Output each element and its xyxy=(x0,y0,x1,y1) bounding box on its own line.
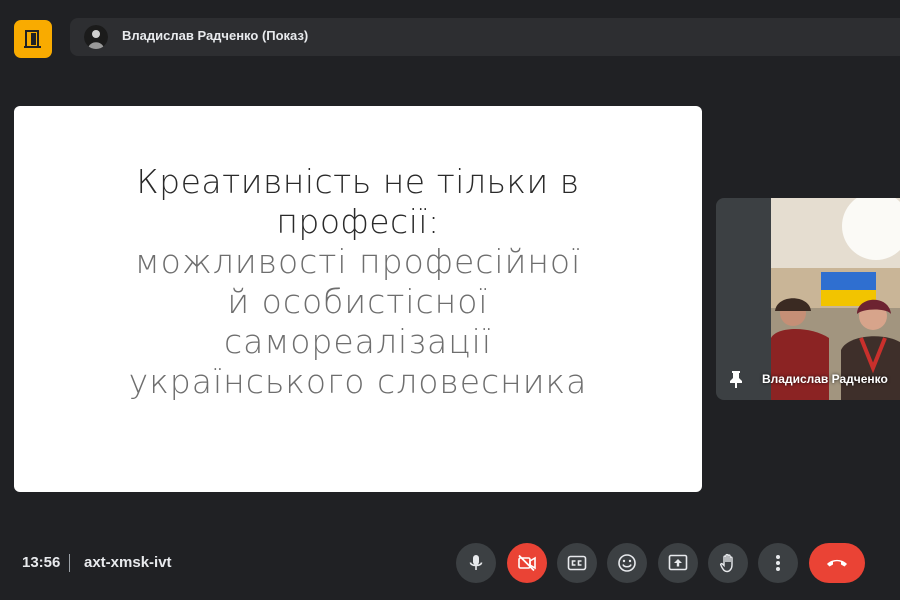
more-vert-icon xyxy=(776,555,780,571)
cc-icon xyxy=(567,555,587,571)
slide-line-2: професії: xyxy=(276,202,440,241)
meeting-code[interactable]: axt-xmsk-ivt xyxy=(84,554,172,571)
shared-slide: Креативність не тільки в професії: можли… xyxy=(14,106,702,492)
slide-line-6: українського словесника xyxy=(128,362,588,401)
slide-line-4: й особистісної xyxy=(227,282,489,321)
present-icon xyxy=(668,554,688,571)
participant-name: Владислав Радченко xyxy=(762,372,888,386)
slide-line-5: самореалізації xyxy=(223,322,493,361)
more-options-button[interactable] xyxy=(758,543,798,583)
captions-button[interactable] xyxy=(557,543,597,583)
pin-icon[interactable] xyxy=(728,370,744,393)
presenter-label: Владислав Радченко (Показ) xyxy=(122,28,309,43)
meeting-time: 13:56 xyxy=(22,554,61,571)
participant-video xyxy=(771,198,900,400)
participant-tile[interactable]: Владислав Радченко xyxy=(716,198,900,400)
hand-icon xyxy=(719,553,733,573)
leave-call-button[interactable] xyxy=(809,543,865,583)
camera-off-icon xyxy=(518,554,536,572)
reactions-button[interactable] xyxy=(607,543,647,583)
slide-line-3: можливості професійної xyxy=(134,242,582,281)
top-bar: Владислав Радченко (Показ) xyxy=(0,0,900,75)
present-button[interactable] xyxy=(658,543,698,583)
presenter-bar: Владислав Радченко (Показ) xyxy=(70,18,900,56)
door-icon[interactable] xyxy=(14,20,52,58)
presenter-avatar xyxy=(84,25,108,49)
bottom-bar: 13:56 axt-xmsk-ivt xyxy=(0,535,900,595)
slide-line-1: Креативність не тільки в xyxy=(136,162,580,201)
divider xyxy=(69,554,70,572)
hang-up-icon xyxy=(827,559,847,567)
emoji-icon xyxy=(618,554,636,572)
mic-icon xyxy=(469,555,483,570)
microphone-button[interactable] xyxy=(456,543,496,583)
raise-hand-button[interactable] xyxy=(708,543,748,583)
camera-button[interactable] xyxy=(507,543,547,583)
slide-text: Креативність не тільки в професії: можли… xyxy=(14,162,702,402)
